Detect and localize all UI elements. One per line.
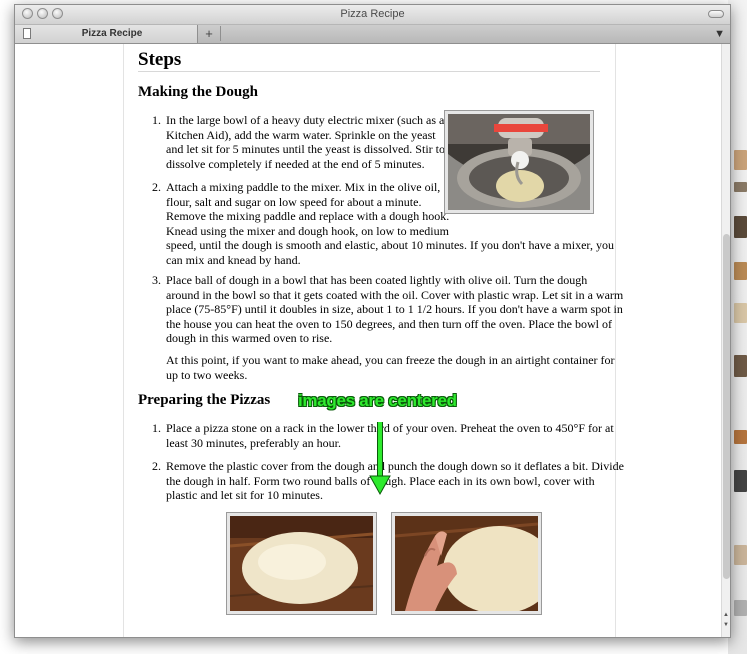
screenshot-stage: Pizza Recipe Pizza Recipe + ▼ Steps Maki… bbox=[0, 0, 747, 654]
annotation-arrow bbox=[369, 422, 391, 496]
